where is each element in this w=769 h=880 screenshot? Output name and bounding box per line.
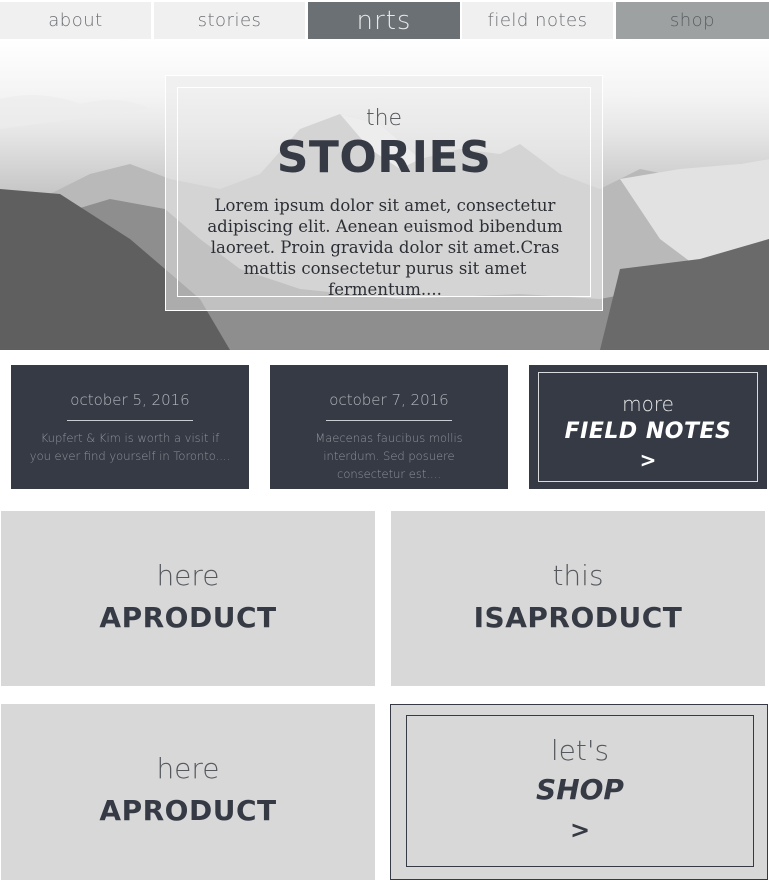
note-divider: [326, 420, 452, 421]
shop-button[interactable]: let's SHOP >: [390, 704, 768, 880]
shop-frame: let's SHOP >: [406, 715, 754, 867]
nav-field-notes-label: field notes: [487, 10, 588, 31]
nav-field-notes[interactable]: field notes: [462, 2, 613, 39]
more-title: FIELD NOTES: [564, 419, 732, 444]
product-title: ISAPRODUCT: [473, 601, 683, 634]
more-field-notes-button[interactable]: more FIELD NOTES >: [529, 365, 767, 489]
brand-label: NRTS: [356, 5, 412, 36]
product-tile[interactable]: here APRODUCT: [1, 704, 375, 880]
product-title: APRODUCT: [99, 794, 277, 827]
nav-stories[interactable]: stories: [154, 2, 305, 39]
product-tile[interactable]: here APRODUCT: [1, 511, 375, 686]
note-date: october 5, 2016: [70, 391, 190, 409]
product-word: here: [156, 752, 220, 785]
hero-card: the STORIES Lorem ipsum dolor sit amet, …: [165, 75, 603, 311]
nav-about-label: about: [48, 10, 103, 31]
more-word: more: [622, 392, 674, 416]
nav-brand-logo[interactable]: NRTS: [308, 2, 460, 39]
note-card[interactable]: october 7, 2016 Maecenas faucibus mollis…: [270, 365, 508, 489]
nav-shop[interactable]: shop: [616, 2, 769, 39]
chevron-right-icon: >: [639, 448, 657, 472]
hero-kicker: the: [365, 106, 403, 131]
note-excerpt: Kupfert & Kim is worth a visit if you ev…: [29, 431, 231, 463]
nav-stories-label: stories: [197, 10, 262, 31]
product-title: APRODUCT: [99, 601, 277, 634]
note-excerpt: Maecenas faucibus mollis interdum. Sed p…: [315, 431, 463, 481]
hero-card-frame: the STORIES Lorem ipsum dolor sit amet, …: [177, 87, 591, 299]
hero-title: STORIES: [276, 132, 492, 183]
nav-shop-label: shop: [669, 10, 716, 31]
product-word: this: [552, 559, 604, 592]
nav-about[interactable]: about: [0, 2, 151, 39]
hero-text: Lorem ipsum dolor sit amet, consectetur …: [207, 196, 563, 299]
shop-title: SHOP: [536, 773, 624, 806]
product-word: here: [156, 559, 220, 592]
note-card[interactable]: october 5, 2016 Kupfert & Kim is worth a…: [11, 365, 249, 489]
chevron-right-icon: >: [569, 816, 591, 844]
top-nav: about stories NRTS field notes shop: [0, 0, 769, 39]
product-tile[interactable]: this ISAPRODUCT: [391, 511, 765, 686]
more-frame: more FIELD NOTES >: [538, 372, 758, 482]
note-divider: [67, 420, 193, 421]
shop-word: let's: [550, 734, 610, 767]
note-date: october 7, 2016: [329, 391, 449, 409]
